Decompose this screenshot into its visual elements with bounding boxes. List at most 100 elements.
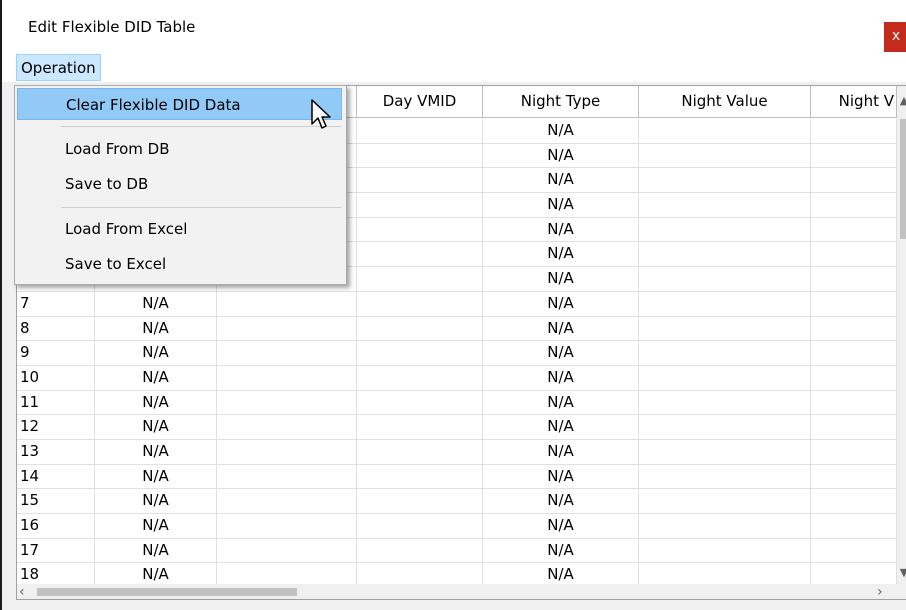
table-row[interactable]: 10 N/A N/A (17, 365, 897, 391)
day-vmid-cell[interactable] (357, 267, 483, 292)
day-vmid-cell[interactable] (357, 439, 483, 465)
scroll-up-icon[interactable]: ▲ (897, 94, 906, 107)
night-value-cell[interactable] (639, 341, 811, 366)
day-vmid-cell[interactable] (357, 489, 483, 514)
night-vmid-cell[interactable] (811, 267, 897, 292)
table-row[interactable]: 8 N/A N/A (17, 316, 897, 342)
night-vmid-cell[interactable] (811, 341, 897, 366)
day-type-cell[interactable]: N/A (95, 390, 217, 416)
night-type-cell[interactable]: N/A (483, 168, 639, 194)
night-vmid-cell[interactable] (811, 365, 897, 391)
day-type-cell[interactable]: N/A (95, 514, 217, 539)
day-vmid-cell[interactable] (357, 316, 483, 342)
row-number-cell[interactable]: 11 (17, 390, 95, 416)
row-number-cell[interactable]: 13 (17, 439, 95, 465)
night-type-cell[interactable]: N/A (483, 267, 639, 292)
vertical-scrollbar[interactable]: ▲ ▼ (897, 86, 906, 584)
table-row[interactable]: 14 N/A N/A (17, 464, 897, 490)
scroll-left-icon[interactable]: ‹ (19, 584, 25, 599)
scroll-right-icon[interactable]: › (877, 584, 883, 599)
day-type-cell[interactable]: N/A (95, 316, 217, 342)
day-vmid-cell[interactable] (357, 390, 483, 416)
day-type-cell[interactable]: N/A (95, 464, 217, 490)
day-vmid-cell[interactable] (357, 538, 483, 564)
column-header-night-value[interactable]: Night Value (639, 86, 811, 118)
night-type-cell[interactable]: N/A (483, 464, 639, 490)
row-number-cell[interactable]: 12 (17, 415, 95, 440)
night-type-cell[interactable]: N/A (483, 390, 639, 416)
night-vmid-cell[interactable] (811, 119, 897, 144)
day-value-cell[interactable] (217, 365, 357, 391)
vertical-scroll-thumb[interactable] (900, 119, 906, 239)
day-vmid-cell[interactable] (357, 291, 483, 317)
night-value-cell[interactable] (639, 464, 811, 490)
night-type-cell[interactable]: N/A (483, 217, 639, 243)
night-value-cell[interactable] (639, 217, 811, 243)
day-type-cell[interactable]: N/A (95, 365, 217, 391)
table-row[interactable]: 9 N/A N/A (17, 341, 897, 366)
horizontal-scrollbar[interactable]: ‹ › (17, 584, 897, 599)
night-value-cell[interactable] (639, 291, 811, 317)
night-vmid-cell[interactable] (811, 193, 897, 218)
close-button[interactable]: x (884, 22, 906, 52)
day-type-cell[interactable]: N/A (95, 415, 217, 440)
night-value-cell[interactable] (639, 365, 811, 391)
night-vmid-cell[interactable] (811, 390, 897, 416)
night-vmid-cell[interactable] (811, 143, 897, 169)
day-vmid-cell[interactable] (357, 217, 483, 243)
night-value-cell[interactable] (639, 390, 811, 416)
row-number-cell[interactable]: 9 (17, 341, 95, 366)
night-vmid-cell[interactable] (811, 415, 897, 440)
table-row[interactable]: 15 N/A N/A (17, 489, 897, 514)
night-vmid-cell[interactable] (811, 316, 897, 342)
night-vmid-cell[interactable] (811, 168, 897, 194)
night-value-cell[interactable] (639, 415, 811, 440)
scroll-down-icon[interactable]: ▼ (897, 566, 906, 579)
table-row[interactable]: 11 N/A N/A (17, 390, 897, 416)
night-type-cell[interactable]: N/A (483, 242, 639, 268)
menu-item-load-from-excel[interactable]: Load From Excel (17, 213, 342, 245)
day-value-cell[interactable] (217, 390, 357, 416)
day-vmid-cell[interactable] (357, 119, 483, 144)
day-value-cell[interactable] (217, 316, 357, 342)
horizontal-scroll-thumb[interactable] (37, 588, 297, 596)
day-vmid-cell[interactable] (357, 365, 483, 391)
menu-item-clear-flexible-did-data[interactable]: Clear Flexible DID Data (17, 88, 342, 120)
night-vmid-cell[interactable] (811, 489, 897, 514)
day-vmid-cell[interactable] (357, 168, 483, 194)
night-type-cell[interactable]: N/A (483, 291, 639, 317)
day-type-cell[interactable]: N/A (95, 439, 217, 465)
night-vmid-cell[interactable] (811, 217, 897, 243)
column-header-day-vmid[interactable]: Day VMID (357, 86, 483, 118)
day-value-cell[interactable] (217, 439, 357, 465)
day-type-cell[interactable]: N/A (95, 538, 217, 564)
table-row[interactable]: 7 N/A N/A (17, 291, 897, 317)
night-type-cell[interactable]: N/A (483, 538, 639, 564)
night-type-cell[interactable]: N/A (483, 119, 639, 144)
day-value-cell[interactable] (217, 341, 357, 366)
night-vmid-cell[interactable] (811, 514, 897, 539)
day-value-cell[interactable] (217, 514, 357, 539)
night-type-cell[interactable]: N/A (483, 415, 639, 440)
table-row[interactable]: 12 N/A N/A (17, 415, 897, 440)
day-value-cell[interactable] (217, 415, 357, 440)
row-number-cell[interactable]: 8 (17, 316, 95, 342)
night-type-cell[interactable]: N/A (483, 143, 639, 169)
night-type-cell[interactable]: N/A (483, 341, 639, 366)
day-vmid-cell[interactable] (357, 464, 483, 490)
row-number-cell[interactable]: 16 (17, 514, 95, 539)
night-value-cell[interactable] (639, 193, 811, 218)
night-vmid-cell[interactable] (811, 439, 897, 465)
night-value-cell[interactable] (639, 267, 811, 292)
table-row[interactable]: 13 N/A N/A (17, 439, 897, 465)
row-number-cell[interactable]: 14 (17, 464, 95, 490)
night-value-cell[interactable] (639, 439, 811, 465)
day-vmid-cell[interactable] (357, 193, 483, 218)
day-vmid-cell[interactable] (357, 514, 483, 539)
night-value-cell[interactable] (639, 242, 811, 268)
row-number-cell[interactable]: 7 (17, 291, 95, 317)
night-type-cell[interactable]: N/A (483, 439, 639, 465)
night-vmid-cell[interactable] (811, 291, 897, 317)
day-value-cell[interactable] (217, 291, 357, 317)
night-value-cell[interactable] (639, 119, 811, 144)
